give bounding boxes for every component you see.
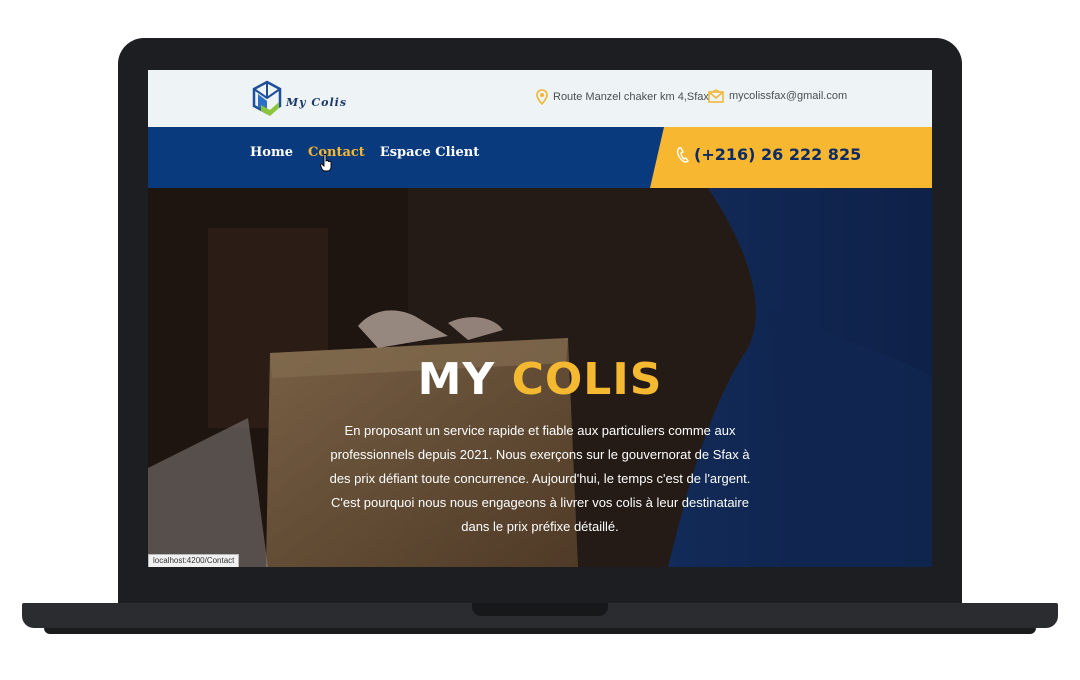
email-text[interactable]: mycolissfax@gmail.com xyxy=(729,90,847,102)
logo[interactable]: My Colis xyxy=(252,79,347,119)
envelope-icon xyxy=(708,89,724,103)
hero-description: En proposant un service rapide et fiable… xyxy=(329,423,751,534)
laptop-frame: My Colis Route Manzel chaker km 4,Sfax m… xyxy=(0,0,1080,680)
nav-item-home[interactable]: Home xyxy=(250,145,293,160)
hero-title: MY COLIS xyxy=(148,354,932,405)
hero-title-part1: MY xyxy=(417,354,496,405)
phone-contact[interactable]: (+216) 26 222 825 xyxy=(676,145,861,164)
phone-icon xyxy=(676,146,689,163)
logo-cube-icon xyxy=(252,80,282,116)
nav-item-contact[interactable]: Contact xyxy=(308,145,365,160)
hero-section: MY COLIS En proposant un service rapide … xyxy=(148,188,932,567)
phone-number: (+216) 26 222 825 xyxy=(694,145,862,164)
top-info-bar: My Colis Route Manzel chaker km 4,Sfax m… xyxy=(148,70,932,127)
browser-status-url: localhost:4200/Contact xyxy=(148,554,240,567)
map-pin-icon xyxy=(536,89,548,105)
main-navbar: Home Contact Espace Client (+216) 26 222… xyxy=(148,127,932,188)
logo-text: My Colis xyxy=(286,95,348,109)
email-info: mycolissfax@gmail.com xyxy=(708,89,847,103)
address-text: Route Manzel chaker km 4,Sfax xyxy=(553,91,709,103)
nav-links: Home Contact Espace Client xyxy=(250,145,479,160)
nav-item-espace-client[interactable]: Espace Client xyxy=(380,145,479,160)
hand-cursor-icon xyxy=(320,154,332,172)
browser-viewport: My Colis Route Manzel chaker km 4,Sfax m… xyxy=(148,70,932,567)
hero-title-part2: COLIS xyxy=(511,354,663,405)
laptop-notch xyxy=(472,603,608,616)
phone-box: (+216) 26 222 825 xyxy=(650,127,932,188)
laptop-base-shadow xyxy=(44,628,1036,634)
address-info: Route Manzel chaker km 4,Sfax xyxy=(536,89,709,105)
